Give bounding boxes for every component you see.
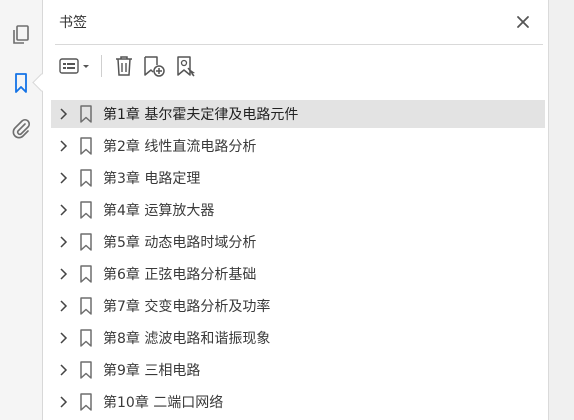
new-bookmark-button[interactable] bbox=[138, 52, 170, 80]
bookmarks-toolbar bbox=[55, 52, 202, 80]
attachment-icon bbox=[12, 118, 31, 139]
bookmark-icon bbox=[75, 392, 97, 412]
expand-chevron-icon[interactable] bbox=[53, 363, 73, 377]
close-panel-button[interactable] bbox=[513, 12, 533, 32]
bookmarks-panel: 书签 第1章 基尔霍夫定律及电路元件 第2章 线性直流电路分析 第3章 电路定理… bbox=[43, 0, 549, 420]
expand-chevron-icon[interactable] bbox=[53, 139, 73, 153]
bookmark-icon bbox=[75, 264, 97, 284]
bookmark-item[interactable]: 第4章 运算放大器 bbox=[51, 196, 545, 224]
bookmark-label: 第5章 动态电路时域分析 bbox=[103, 235, 257, 251]
header-divider bbox=[55, 44, 543, 45]
bookmark-label: 第10章 二端口网络 bbox=[103, 395, 224, 411]
bookmark-icon bbox=[75, 136, 97, 156]
bookmark-item[interactable]: 第7章 交变电路分析及功率 bbox=[51, 292, 545, 320]
bookmarks-button[interactable] bbox=[8, 70, 34, 96]
navigation-rail bbox=[0, 0, 43, 420]
bookmark-options-button[interactable] bbox=[55, 52, 95, 80]
close-icon bbox=[517, 16, 529, 28]
expand-chevron-icon[interactable] bbox=[53, 267, 73, 281]
page-thumbnails-button[interactable] bbox=[8, 22, 34, 48]
bookmark-item[interactable]: 第8章 滤波电路和谐振现象 bbox=[51, 324, 545, 352]
bookmark-item[interactable]: 第9章 三相电路 bbox=[51, 356, 545, 384]
bookmark-label: 第7章 交变电路分析及功率 bbox=[103, 299, 271, 315]
bookmark-label: 第2章 线性直流电路分析 bbox=[103, 139, 257, 155]
attachments-button[interactable] bbox=[8, 116, 34, 142]
expand-chevron-icon[interactable] bbox=[53, 203, 73, 217]
expand-chevron-icon[interactable] bbox=[53, 299, 73, 313]
bookmark-icon bbox=[15, 73, 27, 93]
bookmark-label: 第4章 运算放大器 bbox=[103, 203, 215, 219]
bookmark-icon bbox=[75, 360, 97, 380]
bookmark-label: 第9章 三相电路 bbox=[103, 363, 201, 379]
bookmark-label: 第1章 基尔霍夫定律及电路元件 bbox=[103, 107, 299, 123]
bookmark-icon bbox=[75, 328, 97, 348]
bookmark-item[interactable]: 第2章 线性直流电路分析 bbox=[51, 132, 545, 160]
bookmark-icon bbox=[75, 200, 97, 220]
bookmark-label: 第3章 电路定理 bbox=[103, 171, 201, 187]
find-bookmark-button[interactable] bbox=[170, 52, 202, 80]
bookmark-icon bbox=[75, 168, 97, 188]
bookmark-icon bbox=[75, 296, 97, 316]
expand-chevron-icon[interactable] bbox=[53, 331, 73, 345]
bookmark-icon bbox=[75, 232, 97, 252]
bookmark-item[interactable]: 第5章 动态电路时域分析 bbox=[51, 228, 545, 256]
bookmark-options-icon bbox=[59, 58, 89, 74]
bookmark-list: 第1章 基尔霍夫定律及电路元件 第2章 线性直流电路分析 第3章 电路定理 第4… bbox=[43, 96, 546, 420]
bookmark-item[interactable]: 第3章 电路定理 bbox=[51, 164, 545, 192]
expand-chevron-icon[interactable] bbox=[53, 395, 73, 409]
panel-title: 书签 bbox=[59, 15, 87, 31]
delete-bookmark-button[interactable] bbox=[110, 52, 138, 80]
bookmark-icon bbox=[75, 104, 97, 124]
trash-icon bbox=[116, 56, 132, 76]
bookmark-label: 第6章 正弦电路分析基础 bbox=[103, 267, 257, 283]
expand-chevron-icon[interactable] bbox=[53, 235, 73, 249]
bookmark-label: 第8章 滤波电路和谐振现象 bbox=[103, 331, 271, 347]
bookmark-item[interactable]: 第10章 二端口网络 bbox=[51, 388, 545, 416]
new-bookmark-icon bbox=[144, 56, 165, 77]
bookmark-item[interactable]: 第6章 正弦电路分析基础 bbox=[51, 260, 545, 288]
find-bookmark-icon bbox=[177, 56, 195, 77]
vertical-scrollbar[interactable] bbox=[548, 0, 574, 420]
toolbar-divider bbox=[101, 55, 102, 77]
expand-chevron-icon[interactable] bbox=[53, 171, 73, 185]
page-thumbnails-icon bbox=[13, 25, 29, 44]
expand-chevron-icon[interactable] bbox=[53, 107, 73, 121]
bookmark-item[interactable]: 第1章 基尔霍夫定律及电路元件 bbox=[51, 100, 545, 128]
